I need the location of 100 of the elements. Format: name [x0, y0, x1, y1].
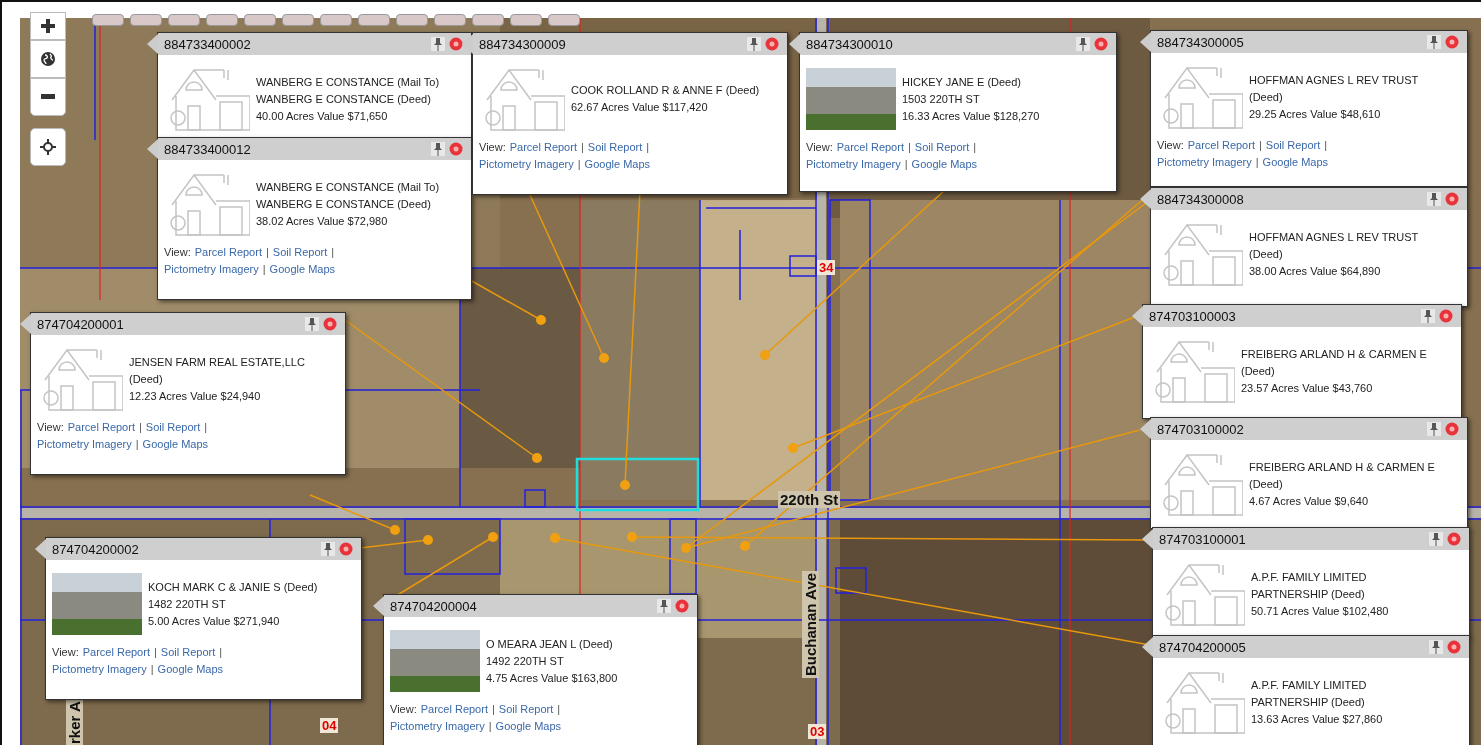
link-separator: |: [973, 141, 977, 153]
pin-button[interactable]: [1421, 309, 1435, 323]
pin-button[interactable]: [1429, 640, 1443, 654]
toolbar-button[interactable]: [548, 14, 580, 26]
report-link[interactable]: Google Maps: [157, 663, 224, 675]
report-link[interactable]: Parcel Report: [82, 646, 150, 658]
toolbar-button[interactable]: [358, 14, 390, 26]
pin-button[interactable]: [1429, 532, 1443, 546]
close-button[interactable]: [337, 542, 355, 556]
pin-button[interactable]: [657, 599, 671, 613]
report-link[interactable]: Parcel Report: [194, 246, 262, 258]
report-link[interactable]: Pictometry Imagery: [164, 263, 259, 275]
report-link[interactable]: Pictometry Imagery: [1157, 156, 1252, 168]
report-link[interactable]: Soil Report: [145, 421, 201, 433]
pin-button[interactable]: [431, 37, 445, 51]
parcel-detail: 4.67 Acres Value $9,640: [1249, 493, 1370, 509]
report-link[interactable]: Soil Report: [1265, 139, 1321, 151]
globe-button[interactable]: [30, 40, 66, 78]
close-button[interactable]: [1443, 35, 1461, 49]
toolbar-button[interactable]: [510, 14, 542, 26]
report-link[interactable]: Soil Report: [914, 141, 970, 153]
parcel-number: 884734300010: [806, 36, 894, 52]
toolbar-button[interactable]: [472, 14, 504, 26]
pin-button[interactable]: [321, 542, 335, 556]
pin-button[interactable]: [305, 317, 319, 331]
report-link[interactable]: Soil Report: [587, 141, 643, 153]
zoom-out-button[interactable]: [30, 78, 66, 116]
zoom-in-button[interactable]: [30, 12, 66, 40]
close-button[interactable]: [1092, 37, 1110, 51]
parcel-number: 874704200004: [390, 598, 478, 614]
close-icon: [339, 542, 353, 556]
toolbar-button[interactable]: [168, 14, 200, 26]
close-button[interactable]: [321, 317, 339, 331]
report-link[interactable]: Google Maps: [495, 720, 562, 732]
close-button[interactable]: [1443, 422, 1461, 436]
view-label: View:: [806, 141, 833, 153]
parcel-marker: [627, 532, 637, 542]
report-link[interactable]: Parcel Report: [420, 703, 488, 715]
report-link[interactable]: Pictometry Imagery: [806, 158, 901, 170]
toolbar-button[interactable]: [396, 14, 428, 26]
parcel-detail: HOFFMAN AGNES L REV TRUST: [1249, 229, 1419, 245]
report-link[interactable]: Google Maps: [269, 263, 336, 275]
close-button[interactable]: [1437, 309, 1455, 323]
close-button[interactable]: [673, 599, 691, 613]
pushpin-icon: [323, 542, 333, 556]
close-button[interactable]: [1445, 532, 1463, 546]
report-link[interactable]: Pictometry Imagery: [37, 438, 132, 450]
link-separator: |: [557, 703, 561, 715]
report-link[interactable]: Pictometry Imagery: [479, 158, 574, 170]
report-link[interactable]: Parcel Report: [67, 421, 135, 433]
report-link[interactable]: Parcel Report: [1187, 139, 1255, 151]
link-separator: |: [1324, 139, 1328, 151]
report-link[interactable]: Soil Report: [498, 703, 554, 715]
report-link[interactable]: Google Maps: [1262, 156, 1329, 168]
report-link[interactable]: Google Maps: [142, 438, 209, 450]
report-link[interactable]: Google Maps: [584, 158, 651, 170]
toolbar-button[interactable]: [320, 14, 352, 26]
report-link[interactable]: Pictometry Imagery: [390, 720, 485, 732]
pin-button[interactable]: [431, 142, 445, 156]
link-separator: |: [1258, 139, 1262, 151]
house-sketch-icon: [1161, 221, 1243, 287]
pin-button[interactable]: [1427, 422, 1441, 436]
link-separator: |: [331, 246, 335, 258]
house-sketch-icon: [168, 171, 250, 237]
pin-button[interactable]: [1076, 37, 1090, 51]
close-button[interactable]: [1445, 640, 1463, 654]
parcel-detail: O MEARA JEAN L (Deed): [486, 636, 614, 652]
parcel-detail: JENSEN FARM REAL ESTATE,LLC: [129, 354, 305, 370]
parcel-detail: HICKEY JANE E (Deed): [902, 74, 1022, 90]
close-icon: [1447, 640, 1461, 654]
close-button[interactable]: [763, 37, 781, 51]
close-button[interactable]: [1443, 192, 1461, 206]
report-link[interactable]: Parcel Report: [836, 141, 904, 153]
pin-button[interactable]: [1427, 192, 1441, 206]
close-button[interactable]: [447, 142, 465, 156]
locate-button[interactable]: [30, 128, 66, 166]
toolbar-button[interactable]: [244, 14, 276, 26]
parcel-marker: [599, 353, 609, 363]
link-separator: |: [265, 246, 269, 258]
report-link[interactable]: Parcel Report: [509, 141, 577, 153]
pushpin-icon: [1429, 35, 1439, 49]
report-link[interactable]: Soil Report: [272, 246, 328, 258]
parcel-marker: [532, 453, 542, 463]
pin-button[interactable]: [747, 37, 761, 51]
report-link[interactable]: Pictometry Imagery: [52, 663, 147, 675]
pushpin-icon: [433, 37, 443, 51]
toolbar-button[interactable]: [130, 14, 162, 26]
pin-button[interactable]: [1427, 35, 1441, 49]
parcel-detail: (Deed): [1241, 363, 1276, 379]
report-link[interactable]: Soil Report: [160, 646, 216, 658]
pushpin-icon: [1078, 37, 1088, 51]
report-link[interactable]: Google Maps: [911, 158, 978, 170]
parcel-marker: [536, 315, 546, 325]
toolbar-button[interactable]: [92, 14, 124, 26]
close-button[interactable]: [447, 37, 465, 51]
toolbar-button[interactable]: [206, 14, 238, 26]
toolbar-button[interactable]: [282, 14, 314, 26]
toolbar-button[interactable]: [434, 14, 466, 26]
parcel-detail: 38.02 Acres Value $72,980: [256, 213, 389, 229]
house-sketch-icon: [41, 346, 123, 412]
